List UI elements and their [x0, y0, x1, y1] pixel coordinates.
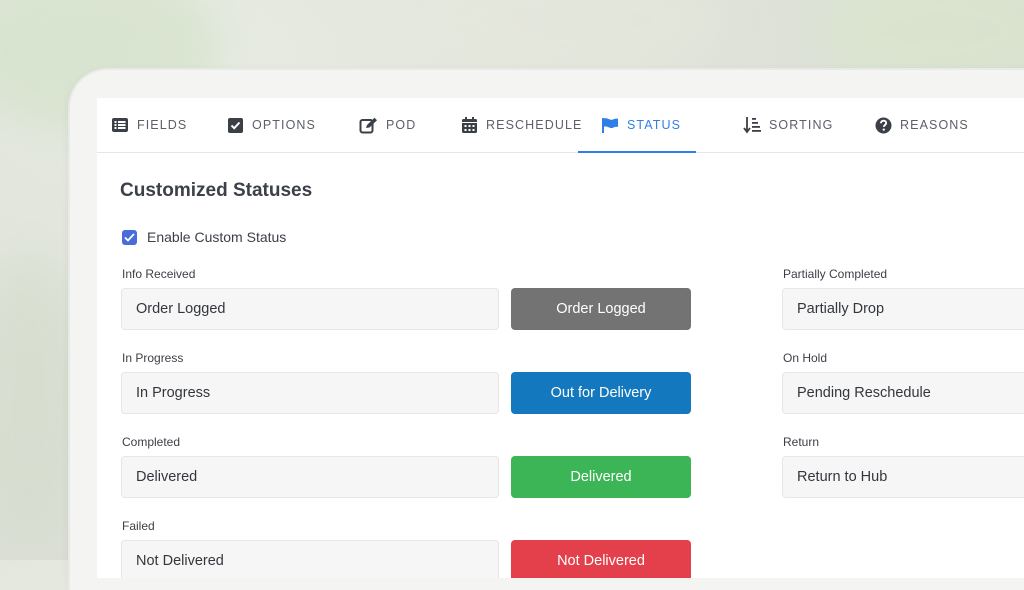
page-title: Customized Statuses: [120, 180, 313, 201]
status-label-in-progress: In Progress: [122, 351, 184, 365]
tab-fields[interactable]: FIELDS: [111, 98, 187, 152]
edit-icon: [359, 117, 377, 133]
tab-label: SORTING: [769, 118, 834, 132]
tab-label: POD: [386, 118, 417, 132]
tab-options[interactable]: OPTIONS: [227, 98, 316, 152]
status-label-on-hold: On Hold: [783, 351, 828, 365]
enable-custom-status-checkbox[interactable]: [122, 229, 137, 245]
status-input-completed[interactable]: Delivered: [121, 456, 499, 498]
sort-icon: [743, 117, 761, 134]
status-input-info-received[interactable]: Order Logged: [121, 288, 499, 330]
check-icon: [124, 232, 135, 242]
background-blob: [420, 0, 720, 80]
tab-reschedule[interactable]: RESCHEDULE: [461, 98, 582, 152]
status-label-failed: Failed: [122, 519, 155, 533]
active-tab-indicator: [578, 151, 697, 153]
status-badge-completed[interactable]: Delivered: [511, 456, 691, 498]
status-badge-in-progress[interactable]: Out for Delivery: [511, 372, 691, 414]
tab-label: STATUS: [627, 118, 682, 132]
enable-custom-status-toggle[interactable]: Enable Custom Status: [122, 229, 286, 245]
status-badge-info-received[interactable]: Order Logged: [511, 288, 691, 330]
tab-label: OPTIONS: [252, 118, 316, 132]
status-input-partially-completed[interactable]: Partially Drop: [782, 288, 1024, 330]
status-input-on-hold[interactable]: Pending Reschedule: [782, 372, 1024, 414]
status-label-completed: Completed: [122, 435, 181, 449]
list-icon: [112, 118, 128, 132]
status-input-failed[interactable]: Not Delivered: [121, 540, 499, 578]
status-badge-failed[interactable]: Not Delivered: [511, 540, 691, 578]
status-input-return[interactable]: Return to Hub: [782, 456, 1024, 498]
enable-custom-status-label: Enable Custom Status: [147, 229, 287, 245]
status-label-return: Return: [783, 435, 820, 449]
calendar-icon: [462, 117, 477, 133]
question-icon: [875, 117, 892, 133]
status-label-partially-completed: Partially Completed: [783, 267, 888, 281]
status-label-info-received: Info Received: [122, 267, 196, 281]
tab-label: FIELDS: [137, 118, 188, 132]
tab-label: REASONS: [900, 118, 969, 132]
tab-status[interactable]: STATUS: [578, 98, 697, 153]
tab-bar: FIELDS OPTIONS POD RESCHEDULE STATUS SOR…: [97, 98, 1024, 153]
tab-label: RESCHEDULE: [486, 118, 583, 132]
flag-icon: [602, 118, 618, 133]
tab-sorting[interactable]: SORTING: [743, 98, 833, 152]
status-input-in-progress[interactable]: In Progress: [121, 372, 499, 414]
app-screen: FIELDS OPTIONS POD RESCHEDULE STATUS SOR…: [97, 98, 1024, 578]
tab-pod[interactable]: POD: [359, 98, 416, 152]
tab-reasons[interactable]: REASONS: [875, 98, 969, 152]
checkbox-icon: [228, 117, 243, 133]
